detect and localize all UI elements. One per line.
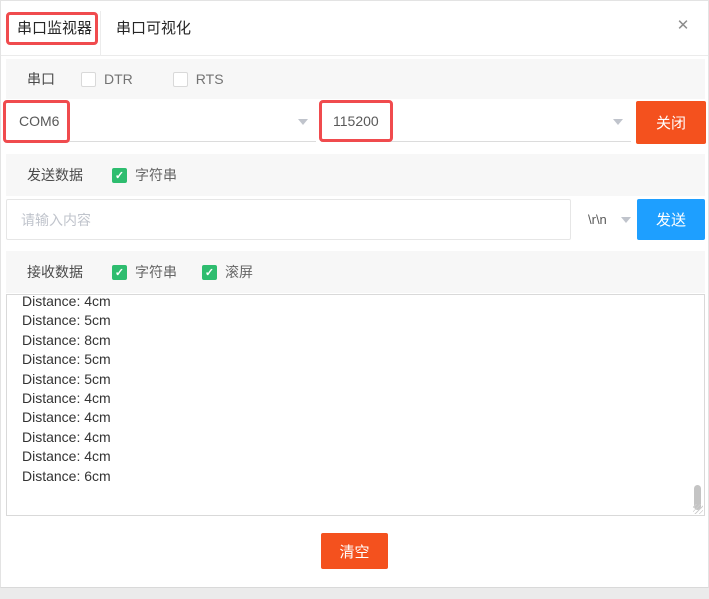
- dtr-checkbox-box[interactable]: [81, 72, 96, 87]
- dtr-checkbox-label: DTR: [104, 71, 133, 87]
- checkmark-icon[interactable]: ✓: [112, 168, 127, 183]
- receive-section-header: 接收数据 ✓ 字符串 ✓ 滚屏: [6, 251, 705, 293]
- resize-grip-icon[interactable]: [693, 504, 703, 514]
- dtr-checkbox[interactable]: DTR: [81, 71, 133, 87]
- receive-line: Distance: 6cm: [22, 467, 704, 486]
- chevron-down-icon: [613, 119, 623, 125]
- receive-section-label: 接收数据: [27, 262, 83, 282]
- autoscroll-checkbox-label: 滚屏: [225, 262, 253, 282]
- receive-line: Distance: 4cm: [22, 447, 704, 466]
- close-icon[interactable]: ✕: [672, 15, 694, 37]
- receive-string-checkbox-label: 字符串: [135, 262, 177, 282]
- send-input[interactable]: [6, 199, 571, 240]
- autoscroll-checkbox[interactable]: ✓ 滚屏: [202, 262, 253, 282]
- receive-line: Distance: 5cm: [22, 350, 704, 369]
- receive-line: Distance: 8cm: [22, 331, 704, 350]
- rts-checkbox-box[interactable]: [173, 72, 188, 87]
- serial-section-header: 串口 DTR RTS: [6, 59, 705, 99]
- tab-serial-visualization[interactable]: 串口可视化: [116, 1, 191, 56]
- baud-select-value: 115200: [333, 101, 379, 142]
- receive-line: Distance: 4cm: [22, 428, 704, 447]
- tab-separator: [100, 11, 101, 56]
- clear-button[interactable]: 清空: [321, 533, 388, 569]
- receive-output[interactable]: Distance: 4cmDistance: 5cmDistance: 8cmD…: [6, 294, 705, 516]
- rts-checkbox-label: RTS: [196, 71, 224, 87]
- send-section-header: 发送数据 ✓ 字符串: [6, 154, 705, 196]
- send-section-label: 发送数据: [27, 165, 83, 185]
- serial-section-label: 串口: [27, 69, 55, 89]
- tab-serial-monitor[interactable]: 串口监视器: [17, 1, 92, 56]
- receive-line: Distance: 4cm: [22, 389, 704, 408]
- send-button[interactable]: 发送: [637, 199, 705, 240]
- receive-string-checkbox[interactable]: ✓ 字符串: [112, 262, 177, 282]
- receive-line: Distance: 5cm: [22, 311, 704, 330]
- rts-checkbox[interactable]: RTS: [173, 71, 224, 87]
- close-port-button[interactable]: 关闭: [636, 101, 706, 144]
- checkmark-icon[interactable]: ✓: [112, 265, 127, 280]
- send-string-checkbox[interactable]: ✓ 字符串: [112, 165, 177, 185]
- checkmark-icon[interactable]: ✓: [202, 265, 217, 280]
- port-select-value: COM6: [19, 101, 59, 142]
- serial-monitor-dialog: 串口监视器 串口可视化 ✕ 串口 DTR RTS COM6 115200 关闭 …: [0, 0, 709, 588]
- send-string-checkbox-label: 字符串: [135, 165, 177, 185]
- line-ending-select[interactable]: \r\n: [583, 199, 633, 240]
- receive-line: Distance: 5cm: [22, 370, 704, 389]
- tab-bar: 串口监视器 串口可视化 ✕: [1, 1, 708, 56]
- port-select[interactable]: COM6: [6, 101, 316, 142]
- chevron-down-icon: [298, 119, 308, 125]
- chevron-down-icon: [621, 217, 631, 223]
- page-background-strip: [0, 588, 709, 599]
- receive-line: Distance: 4cm: [22, 408, 704, 427]
- receive-line: Distance: 4cm: [22, 294, 704, 311]
- line-ending-value: \r\n: [588, 199, 607, 240]
- receive-output-lines: Distance: 4cmDistance: 5cmDistance: 8cmD…: [7, 294, 704, 486]
- baud-select[interactable]: 115200: [321, 101, 631, 142]
